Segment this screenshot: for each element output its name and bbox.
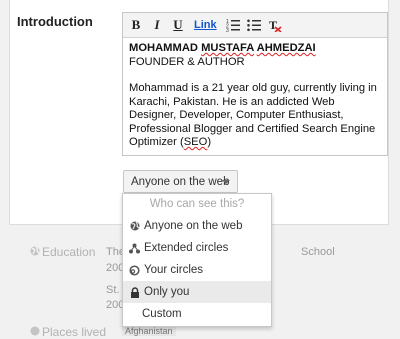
italic-button[interactable]: I <box>148 16 166 35</box>
education-row-1-right: School <box>301 246 335 258</box>
places-lived-label: Places lived <box>42 325 107 339</box>
extended-circles-icon <box>129 243 140 254</box>
svg-text:T: T <box>269 18 277 32</box>
education-label: Education <box>42 245 96 259</box>
editor-toolbar: B I U Link 1 2 3 T <box>123 13 387 38</box>
visibility-option-extended-circles[interactable]: Extended circles <box>123 237 271 259</box>
globe-icon <box>129 221 140 232</box>
author-subtitle: FOUNDER & AUTHOR <box>129 55 245 68</box>
rich-text-editor[interactable]: B I U Link 1 2 3 T MOHAMMAD MUSTAFA AHME… <box>122 12 388 156</box>
underline-button[interactable]: U <box>169 16 187 35</box>
option-label: Custom <box>142 308 182 320</box>
svg-text:3: 3 <box>226 28 229 32</box>
visibility-option-your-circles[interactable]: Your circles <box>123 259 271 281</box>
numbered-list-button[interactable]: 1 2 3 <box>224 16 242 35</box>
bio-seo: SEO <box>183 136 208 148</box>
chevron-down-icon <box>222 180 230 184</box>
option-label: Your circles <box>144 264 204 276</box>
author-bio: Mohammad is a 21 year old guy, currently… <box>129 82 381 150</box>
numbered-list-icon: 1 2 3 <box>226 19 240 32</box>
bullet-list-button[interactable] <box>245 16 263 35</box>
visibility-dropdown-button[interactable]: Anyone on the web <box>123 170 238 193</box>
bold-button[interactable]: B <box>127 16 145 35</box>
visibility-option-anyone[interactable]: Anyone on the web <box>123 215 271 237</box>
name-middle: MUSTAFA <box>201 42 254 54</box>
visibility-dropdown-menu: Who can see this? Anyone on the web Exte… <box>122 193 272 327</box>
option-label: Extended circles <box>144 242 229 254</box>
name-last: AHMEDZAI <box>256 42 316 54</box>
visibility-option-only-you[interactable]: Only you <box>123 281 271 303</box>
link-button[interactable]: Link <box>190 16 221 35</box>
editor-content[interactable]: MOHAMMAD MUSTAFA AHMEDZAI FOUNDER & AUTH… <box>123 38 387 150</box>
clear-formatting-icon: T <box>269 18 282 32</box>
section-title: Introduction <box>17 14 93 29</box>
circles-icon <box>129 264 140 276</box>
clear-formatting-button[interactable]: T <box>266 16 284 35</box>
bullet-list-icon <box>246 19 261 32</box>
globe-icon <box>30 246 40 256</box>
bio-text: Mohammad is a 21 year old guy, currently… <box>129 82 377 148</box>
visibility-selected-label: Anyone on the web <box>131 175 230 188</box>
author-name: MOHAMMAD MUSTAFA AHMEDZAI <box>129 42 381 56</box>
option-label: Only you <box>144 286 190 298</box>
name-first: MOHAMMAD <box>129 42 198 54</box>
visibility-menu-header: Who can see this? <box>149 198 245 210</box>
option-label: Anyone on the web <box>144 220 243 232</box>
visibility-option-custom[interactable]: Custom <box>123 303 271 325</box>
lock-icon <box>129 286 140 298</box>
bio-close: ) <box>207 136 212 148</box>
